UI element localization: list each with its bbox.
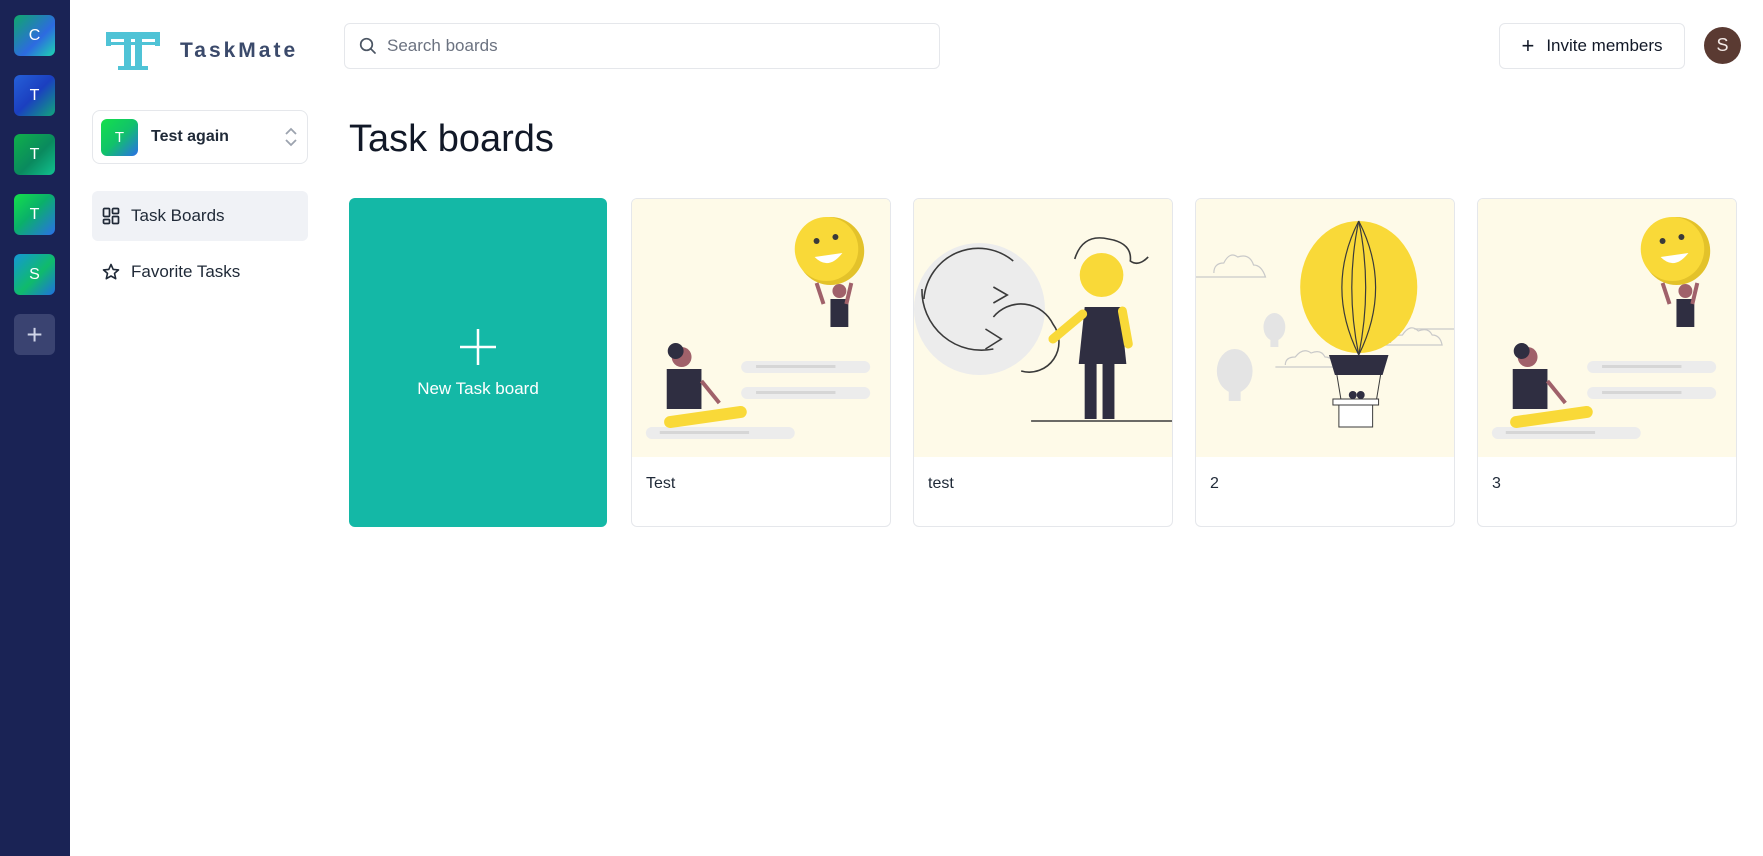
plus-icon: + — [1521, 33, 1535, 58]
new-task-board-label: New Task board — [417, 378, 539, 398]
board-title: test — [928, 475, 954, 492]
hot-air-balloon-illustration — [1196, 199, 1454, 457]
star-icon — [102, 263, 120, 281]
chevron-up-down-icon — [285, 127, 297, 147]
board-card[interactable]: Test — [631, 198, 891, 527]
page-title: Task boards — [349, 118, 554, 160]
board-card[interactable]: test — [913, 198, 1173, 527]
app-name: TaskMate — [180, 39, 299, 62]
board-title: Test — [646, 475, 676, 492]
nav-item-task-boards[interactable]: Task Boards — [92, 191, 308, 241]
organization-rail: C T T T S + — [0, 0, 70, 856]
refresh-person-illustration — [914, 199, 1172, 457]
organization-switcher[interactable]: T Test again — [92, 110, 308, 164]
nav-item-favorite-tasks[interactable]: Favorite Tasks — [92, 247, 308, 297]
search-bar[interactable] — [344, 23, 940, 69]
org-tile-t[interactable]: T — [14, 75, 55, 116]
org-tile-c[interactable]: C — [14, 15, 55, 56]
org-tile-t-active[interactable]: T — [14, 194, 55, 235]
search-input[interactable] — [387, 36, 907, 56]
smiley-climb-illustration — [632, 199, 890, 457]
board-card[interactable]: 3 — [1477, 198, 1737, 527]
add-organization-button[interactable]: + — [14, 314, 55, 355]
invite-members-label: Invite members — [1546, 36, 1663, 55]
user-avatar[interactable]: S — [1704, 27, 1741, 64]
app-logo[interactable]: TaskMate — [104, 30, 298, 72]
board-title: 3 — [1492, 475, 1501, 492]
sidebar: TaskMate T Test again Task Boards Favori… — [70, 0, 320, 856]
new-task-board-button[interactable]: New Task board — [349, 198, 607, 527]
board-card[interactable]: 2 — [1195, 198, 1455, 527]
org-avatar: T — [101, 118, 138, 156]
smiley-climb-illustration — [1478, 199, 1736, 457]
nav-item-label: Favorite Tasks — [131, 262, 241, 281]
board-title: 2 — [1210, 475, 1219, 492]
search-icon — [359, 37, 376, 54]
org-tile-s[interactable]: S — [14, 254, 55, 295]
org-name: Test again — [151, 128, 229, 145]
plus-icon — [460, 328, 496, 365]
org-tile-t[interactable]: T — [14, 134, 55, 175]
invite-members-button[interactable]: + Invite members — [1499, 23, 1685, 69]
nav-item-label: Task Boards — [131, 206, 225, 225]
dashboard-icon — [102, 207, 120, 225]
taskmate-logo-icon — [106, 32, 160, 70]
